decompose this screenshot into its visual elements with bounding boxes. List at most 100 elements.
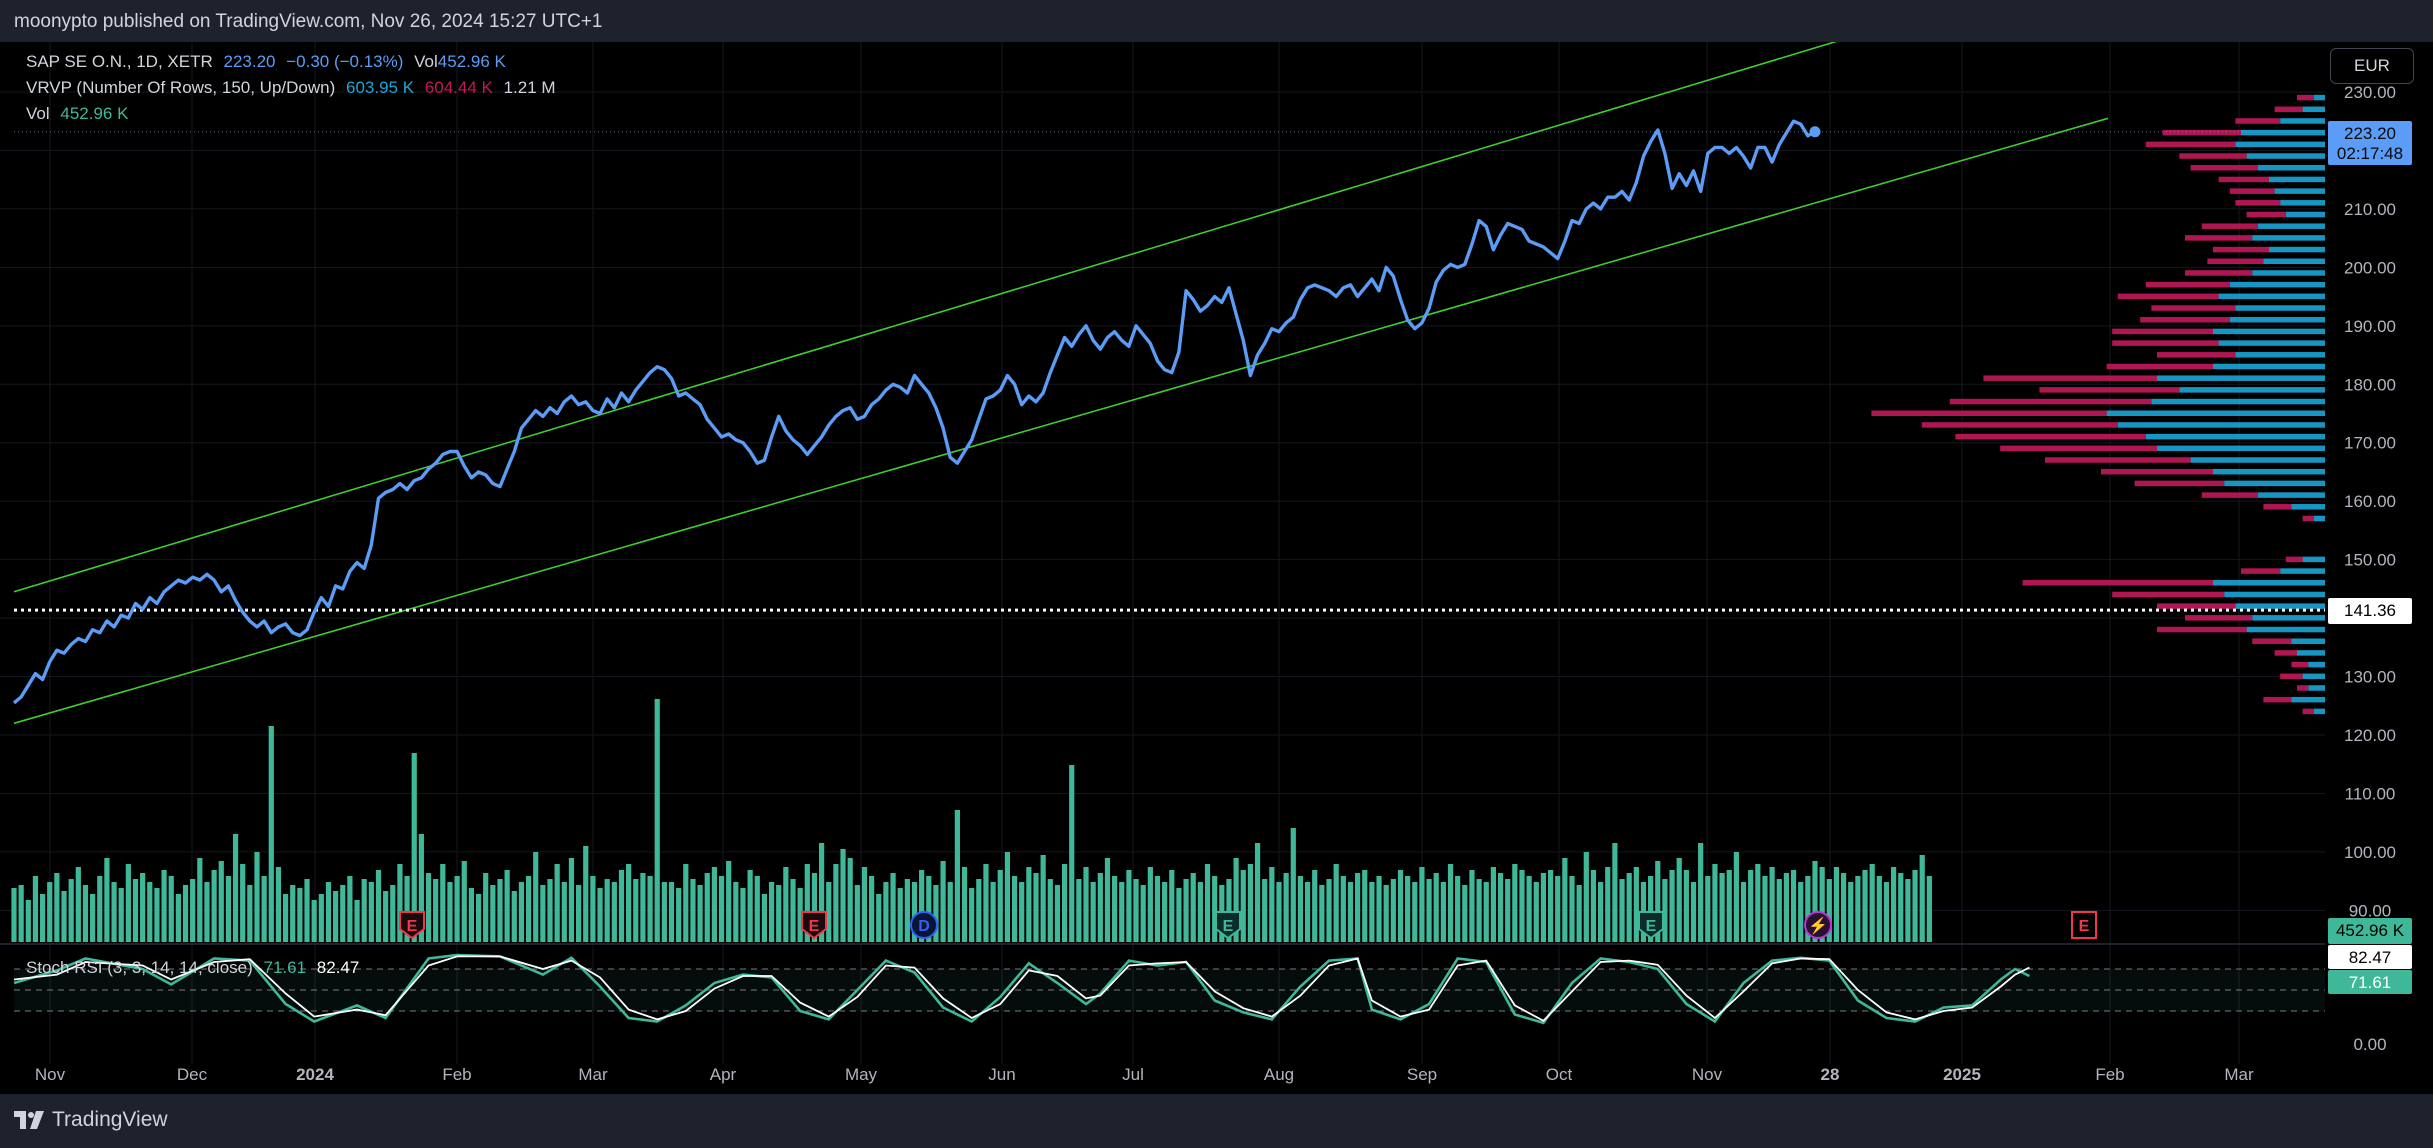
volume-bar: [1583, 852, 1589, 942]
stoch-k-badge: 71.61: [2349, 973, 2392, 992]
vrvp-down-bar: [2039, 387, 2180, 393]
vrvp-up-bar: [2280, 568, 2325, 574]
legend-last: 223.20: [223, 52, 276, 71]
event-marker-label: E: [1223, 918, 1234, 935]
volume-bar: [1612, 843, 1618, 942]
volume-bar: [1426, 879, 1432, 942]
volume-bar: [1519, 870, 1525, 942]
volume-bar: [747, 870, 753, 942]
volume-bar: [711, 867, 717, 942]
volume-bar: [290, 885, 296, 942]
channel-line-upper[interactable]: [13, 42, 1872, 593]
volume-bar: [1304, 882, 1311, 942]
x-tick-label: Nov: [35, 1065, 66, 1084]
volume-bar: [61, 891, 67, 942]
volume-bar: [840, 849, 846, 942]
volume-bar: [247, 885, 253, 942]
vrvp-down-bar: [2252, 638, 2292, 644]
volume-bar: [683, 864, 689, 942]
volume-bar: [1597, 882, 1604, 942]
volume-bar: [1240, 870, 1246, 942]
volume-bar: [511, 891, 517, 942]
volume-bar: [876, 894, 882, 942]
volume-bar: [1090, 882, 1096, 942]
legend-vrvp-label[interactable]: VRVP (Number Of Rows, 150, Up/Down): [26, 78, 335, 97]
volume-bar: [761, 894, 768, 942]
volume-bar: [1376, 876, 1382, 942]
volume-bar: [947, 882, 953, 942]
volume-bar: [75, 867, 81, 942]
volume-bar: [1312, 870, 1318, 942]
volume-bar: [475, 894, 482, 942]
volume-bar: [1719, 873, 1725, 942]
volume-bar: [618, 870, 625, 942]
volume-bar: [1755, 864, 1761, 942]
vrvp-up-bar: [2106, 410, 2325, 416]
vrvp-up-bar: [2213, 328, 2325, 335]
volume-bar: [1326, 879, 1332, 942]
x-tick-label: Mar: [578, 1065, 608, 1084]
volume-bar: [1462, 885, 1468, 942]
legend-vol2-label[interactable]: Vol: [26, 104, 50, 123]
volume-bar: [461, 861, 467, 942]
volume-bar: [1333, 864, 1339, 942]
stoch-tick-label: 0.00: [2353, 1035, 2386, 1054]
price-chart[interactable]: EEDEE⚡E230.00220.00210.00200.00190.00180…: [0, 42, 2433, 1094]
volume-bar: [726, 861, 732, 942]
vrvp-up-bar: [2241, 129, 2325, 136]
volume-bar: [561, 882, 567, 942]
vrvp-down-bar: [2274, 650, 2297, 656]
legend-symbol[interactable]: SAP SE O.N., 1D, XETR: [26, 52, 213, 71]
volume-bar: [1683, 870, 1689, 942]
y-tick-label: 110.00: [2345, 784, 2396, 803]
x-tick-label: 2024: [296, 1065, 334, 1084]
vrvp-up-bar: [2263, 258, 2325, 265]
volume-bar: [218, 861, 224, 942]
volume-bar: [647, 876, 653, 942]
volume-bar: [1569, 876, 1575, 942]
volume-bar: [1347, 882, 1354, 942]
volume-bar: [1733, 852, 1739, 942]
volume-bar: [1869, 864, 1875, 942]
vrvp-up-bar: [2213, 363, 2325, 370]
volume-bar: [976, 879, 982, 942]
volume-bar: [533, 852, 539, 942]
volume-bar: [997, 870, 1003, 942]
vrvp-down-bar: [2157, 352, 2236, 358]
vrvp-down-bar: [2185, 270, 2253, 276]
vrvp-down-bar: [2140, 316, 2230, 323]
y-tick-label: 210.00: [2344, 200, 2396, 219]
volume-bar: [1512, 864, 1518, 942]
volume-bar: [1483, 882, 1489, 942]
y-tick-label: 170.00: [2344, 434, 2396, 453]
vrvp-up-bar: [2291, 696, 2325, 703]
vrvp-up-bar: [2285, 211, 2325, 218]
legend-stoch-label[interactable]: Stoch RSI (3, 3, 14, 14, close): [26, 958, 253, 977]
volume-bar: [1204, 864, 1211, 942]
vrvp-down-bar: [2285, 556, 2303, 563]
vrvp-up-bar: [2235, 141, 2325, 148]
volume-bar: [1833, 867, 1840, 942]
y-tick-label: 100.00: [2344, 843, 2396, 862]
vrvp-up-bar: [2302, 556, 2325, 563]
vrvp-down-bar: [2263, 504, 2292, 510]
vrvp-up-bar: [2297, 650, 2325, 656]
volume-bar: [197, 858, 203, 942]
volume-bar: [861, 867, 868, 942]
volume-bar: [1497, 873, 1504, 942]
volume-bar: [869, 876, 875, 942]
volume-bar: [897, 888, 903, 942]
chart-area[interactable]: EEDEE⚡E230.00220.00210.00200.00190.00180…: [0, 42, 2433, 1094]
volume-bar: [1047, 879, 1053, 942]
legend-change: −0.30 (−0.13%): [286, 52, 404, 71]
volume-bar: [1690, 882, 1697, 942]
volume-bar: [1026, 867, 1032, 942]
tradingview-logo[interactable]: TradingView: [14, 1108, 168, 1132]
x-tick-label: 28: [1821, 1065, 1840, 1084]
volume-bar: [1069, 765, 1075, 942]
volume-bar: [740, 888, 746, 942]
vrvp-down-bar: [2201, 492, 2258, 498]
currency-button[interactable]: EUR: [2330, 48, 2414, 84]
vrvp-up-bar: [2257, 223, 2325, 229]
vrvp-up-bar: [2274, 188, 2325, 194]
